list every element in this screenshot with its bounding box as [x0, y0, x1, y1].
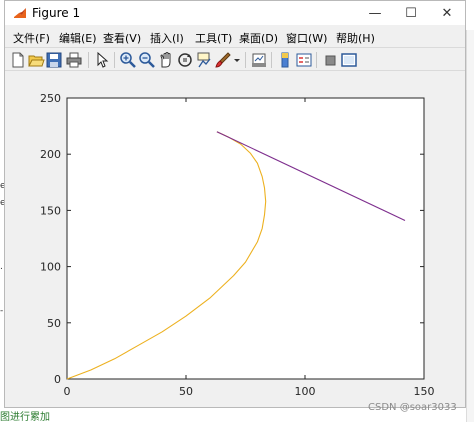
toolbar-separator: [316, 52, 317, 68]
print-icon[interactable]: [65, 51, 83, 69]
x-tick-label: 150: [414, 385, 435, 398]
matlab-icon: [13, 6, 27, 20]
toolbar-separator: [88, 52, 89, 68]
rotate-3d-icon[interactable]: [176, 51, 194, 69]
toolbar-separator: [245, 52, 246, 68]
brush-icon[interactable]: [214, 51, 232, 69]
x-tick-label: 100: [295, 385, 316, 398]
y-tick-label: 200: [40, 148, 61, 161]
zoom-in-icon[interactable]: [119, 51, 137, 69]
minimize-button[interactable]: —: [357, 1, 393, 25]
pan-icon[interactable]: [157, 51, 175, 69]
menu-insert[interactable]: 插入(I): [150, 30, 184, 46]
open-file-icon[interactable]: [27, 51, 45, 69]
menu-help[interactable]: 帮助(H): [336, 30, 375, 46]
menu-view[interactable]: 查看(V): [103, 30, 141, 46]
y-tick-label: 50: [47, 317, 61, 330]
y-tick-label: 100: [40, 261, 61, 274]
toolbar-separator: [114, 52, 115, 68]
save-icon[interactable]: [45, 51, 63, 69]
background-text: -: [0, 306, 4, 316]
background-text: .: [0, 262, 3, 272]
y-tick-label: 250: [40, 92, 61, 105]
menu-file[interactable]: 文件(F): [13, 30, 50, 46]
figure-window: Figure 1 — ☐ ✕ 文件(F) 编辑(E) 查看(V) 插入(I) 工…: [4, 0, 466, 408]
menu-edit[interactable]: 编辑(E): [59, 30, 97, 46]
y-tick-label: 0: [54, 373, 61, 386]
toolbar-separator: [271, 52, 272, 68]
show-plot-tools-icon[interactable]: [340, 51, 358, 69]
menu-desktop[interactable]: 桌面(D): [239, 30, 278, 46]
menu-tools[interactable]: 工具(T): [195, 30, 232, 46]
chevron-down-icon[interactable]: [232, 51, 242, 69]
figure-canvas: 0 50 100 150 0 50 100 150 200 250: [5, 72, 465, 407]
legend-icon[interactable]: [295, 51, 313, 69]
window-title: Figure 1: [32, 6, 81, 20]
link-plot-icon[interactable]: [250, 51, 268, 69]
menu-window[interactable]: 窗口(W): [286, 30, 327, 46]
maximize-button[interactable]: ☐: [393, 1, 429, 25]
title-bar[interactable]: Figure 1 — ☐ ✕: [5, 1, 465, 25]
x-tick-label: 0: [64, 385, 71, 398]
x-tick-label: 50: [179, 385, 193, 398]
menu-bar: 文件(F) 编辑(E) 查看(V) 插入(I) 工具(T) 桌面(D) 窗口(W…: [5, 27, 465, 47]
background-bottom-text: 图进行累加: [0, 412, 50, 423]
new-figure-icon[interactable]: [9, 51, 27, 69]
plot-svg: 0 50 100 150 0 50 100 150 200 250: [40, 92, 435, 398]
pointer-icon[interactable]: [93, 51, 111, 69]
y-tick-label: 150: [40, 204, 61, 217]
toolbar: [5, 47, 465, 71]
data-cursor-icon[interactable]: [195, 51, 213, 69]
hide-plot-tools-icon[interactable]: [321, 51, 339, 69]
zoom-out-icon[interactable]: [138, 51, 156, 69]
colorbar-icon[interactable]: [276, 51, 294, 69]
axes-box[interactable]: [66, 97, 425, 380]
watermark: CSDN @soar3033: [368, 402, 457, 413]
background-right-strip: [466, 30, 474, 422]
close-button[interactable]: ✕: [429, 1, 465, 25]
